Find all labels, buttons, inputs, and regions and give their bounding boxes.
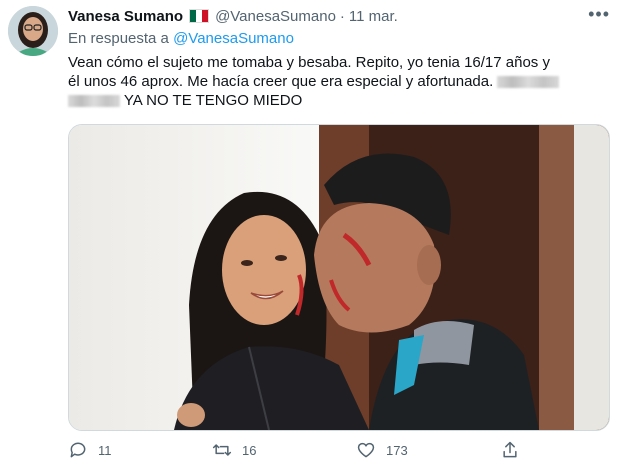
- tweet-text-line2: él unos 46 aprox. Me hacía creer que era…: [68, 73, 494, 90]
- mexico-flag-icon: [189, 9, 210, 23]
- separator-dot: ·: [339, 7, 345, 25]
- tweet-text-line3-wrapper: YA NO TE TENGO MIEDO: [68, 91, 616, 110]
- redacted-text: [68, 95, 120, 108]
- avatar[interactable]: [8, 6, 58, 56]
- retweet-icon: [212, 444, 232, 456]
- reply-count: 11: [98, 442, 112, 458]
- tweet-text-line1: Vean cómo el sujeto me tomaba y besaba. …: [68, 54, 550, 71]
- like-icon: [357, 442, 375, 458]
- like-count: 173: [386, 442, 408, 458]
- author-name[interactable]: Vanesa Sumano: [68, 8, 183, 25]
- tweet-date[interactable]: 11 mar.: [349, 8, 398, 25]
- share-icon: [503, 441, 517, 458]
- author-handle[interactable]: @VanesaSumano: [215, 8, 336, 25]
- tweet-photo: [69, 125, 609, 430]
- reply-icon: [70, 442, 86, 458]
- tweet-text-line3: YA NO TE TENGO MIEDO: [123, 92, 303, 109]
- reply-button[interactable]: 11: [68, 440, 112, 460]
- tweet-header: Vanesa Sumano @VanesaSumano · 11 mar.: [68, 6, 398, 26]
- tweet-text-line2-wrapper: él unos 46 aprox. Me hacía creer que era…: [68, 72, 616, 91]
- redacted-text: [497, 76, 560, 89]
- reply-handle-link[interactable]: @VanesaSumano: [173, 30, 294, 47]
- reply-prefix: En respuesta a: [68, 30, 169, 47]
- like-button[interactable]: 173: [356, 440, 408, 460]
- retweet-button[interactable]: 16: [212, 440, 256, 460]
- avatar-image: [8, 6, 58, 56]
- tweet-text: Vean cómo el sujeto me tomaba y besaba. …: [68, 53, 616, 110]
- tweet-media[interactable]: [68, 124, 610, 431]
- tweet-actions: 11 16 173: [68, 440, 528, 462]
- more-options-icon[interactable]: •••: [588, 4, 610, 25]
- share-button[interactable]: [500, 440, 530, 460]
- reply-context: En respuesta a @VanesaSumano: [68, 30, 294, 47]
- retweet-count: 16: [242, 442, 257, 458]
